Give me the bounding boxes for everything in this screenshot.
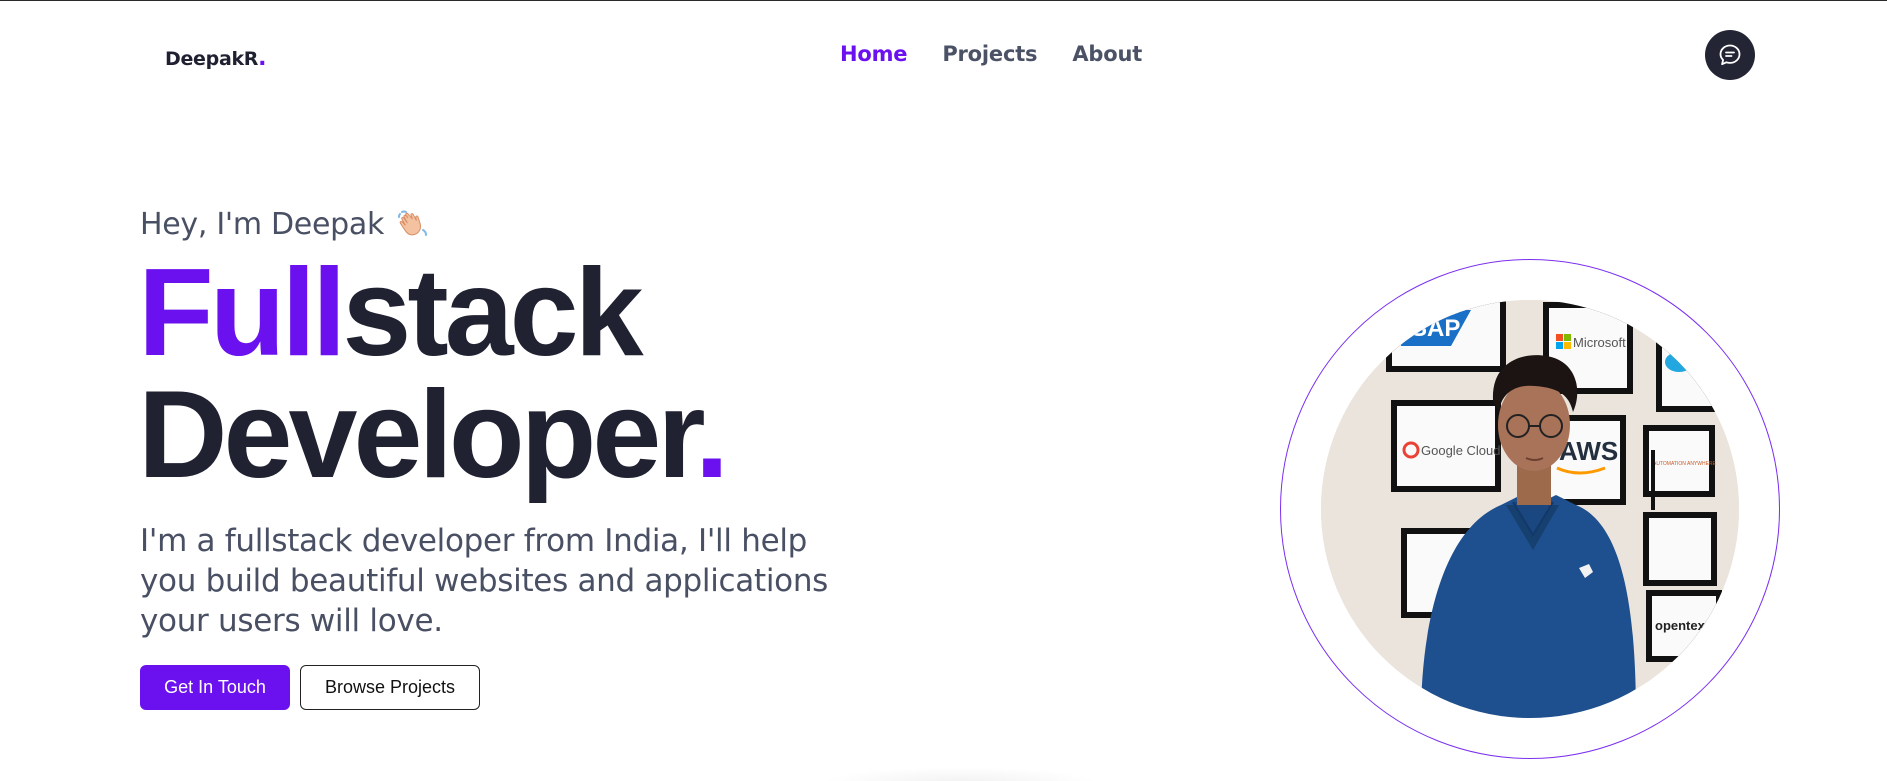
logo-automation-anywhere: AUTOMATION ANYWHERE <box>1653 461 1717 467</box>
greeting-text: Hey, I'm Deepak <box>140 207 385 242</box>
logo-microsoft: Microsoft <box>1573 335 1626 350</box>
headline-dot: . <box>694 366 730 504</box>
main-nav: Home Projects About <box>840 42 1142 66</box>
nav-link-projects[interactable]: Projects <box>942 42 1037 66</box>
get-in-touch-button[interactable]: Get In Touch <box>140 665 290 710</box>
logo-dot: . <box>258 46 267 71</box>
logo-text: DeepakR <box>165 48 259 70</box>
scroll-shadow <box>820 767 1100 781</box>
chat-button[interactable] <box>1705 30 1755 80</box>
nav-link-about[interactable]: About <box>1072 42 1142 66</box>
hero-headline: Fullstack Developer. <box>138 251 729 497</box>
profile-photo: SAP Microsoft Google Cloud AWS AUTOMATIO… <box>1321 300 1739 718</box>
page: DeepakR. Home Projects About Hey, I'm De… <box>0 0 1887 781</box>
hero-description: I'm a fullstack developer from India, I'… <box>140 523 829 639</box>
headline-line2: Developer <box>138 366 699 504</box>
chat-bubble-icon <box>1719 44 1741 66</box>
profile-photo-illustration: SAP Microsoft Google Cloud AWS AUTOMATIO… <box>1321 300 1739 718</box>
headline-accent: Full <box>138 244 346 382</box>
hero-actions: Get In Touch Browse Projects <box>140 665 480 710</box>
hero-greeting: Hey, I'm Deepak <box>140 207 430 242</box>
headline-rest: stack <box>342 244 643 382</box>
site-logo[interactable]: DeepakR. <box>165 46 267 71</box>
nav-link-home[interactable]: Home <box>840 42 908 66</box>
wall-frame-google-cloud: Google Cloud <box>1391 400 1501 492</box>
waving-hand-icon <box>398 210 428 236</box>
browse-projects-button[interactable]: Browse Projects <box>300 665 480 710</box>
logo-google-cloud: Google Cloud <box>1421 443 1501 458</box>
